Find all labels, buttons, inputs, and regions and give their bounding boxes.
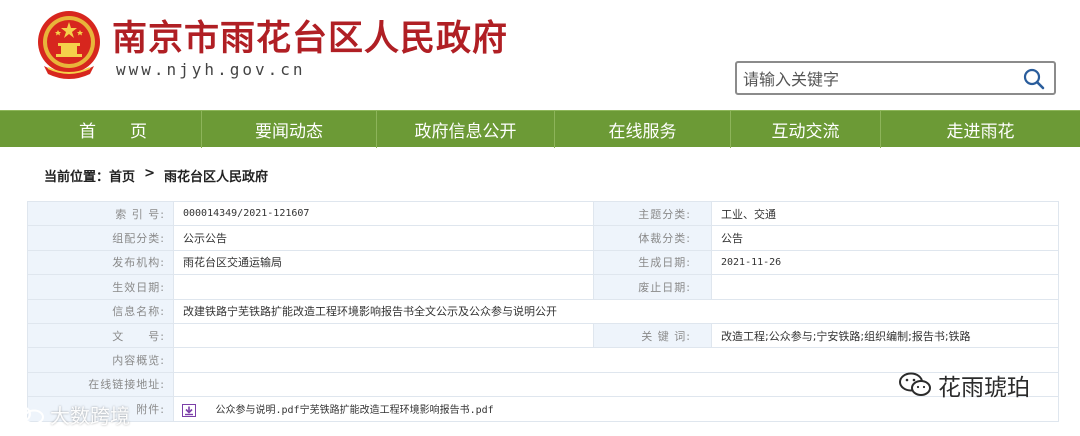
table-row: 组配分类: 公示公告 体裁分类: 公告 xyxy=(27,225,1059,251)
nav-item-home[interactable]: 首 页 xyxy=(25,111,202,148)
breadcrumb: 当前位置： 首页 > 雨花台区人民政府 xyxy=(44,166,268,185)
summary-label: 内容概览: xyxy=(27,347,174,373)
wechat-icon xyxy=(899,372,931,396)
watermark-right: 花雨琥珀 xyxy=(898,368,1030,402)
org-value: 公示公告 xyxy=(173,225,594,251)
download-icon[interactable] xyxy=(182,403,196,417)
created-value: 2021-11-26 xyxy=(711,249,1059,276)
breadcrumb-separator: > xyxy=(135,166,165,181)
topic-label: 主题分类: xyxy=(593,200,712,227)
table-row: 信息名称: 改建铁路宁芜铁路扩能改造工程环境影响报告书全文公示及公众参与说明公开 xyxy=(27,298,1059,324)
attachment-link[interactable]: 公众参与说明.pdf宁芜铁路扩能改造工程环境影响报告书.pdf xyxy=(216,405,494,416)
watermark-right-text: 花雨琥珀 xyxy=(938,375,1030,401)
breadcrumb-prefix: 当前位置： xyxy=(44,170,110,185)
table-row: 文 号: 关 键 词: 改造工程;公众参与;宁安铁路;组织编制;报告书;铁路 xyxy=(27,322,1059,349)
table-row: 发布机构: 雨花台区交通运输局 生成日期: 2021-11-26 xyxy=(27,249,1059,276)
publisher-label: 发布机构: xyxy=(27,249,174,276)
national-emblem-icon xyxy=(38,11,100,79)
chat-bubble-icon xyxy=(7,404,44,424)
breadcrumb-home-link[interactable]: 首页 xyxy=(109,166,135,185)
topic-value: 工业、交通 xyxy=(711,200,1059,227)
org-label: 组配分类: xyxy=(27,225,174,251)
breadcrumb-current: 雨花台区人民政府 xyxy=(164,170,269,185)
link-label: 在线链接地址: xyxy=(27,371,174,398)
name-label: 信息名称: xyxy=(27,298,174,324)
docno-label: 文 号: xyxy=(27,322,174,349)
genre-label: 体裁分类: xyxy=(593,225,712,251)
effective-label: 生效日期: xyxy=(27,274,174,300)
nav-padding xyxy=(0,111,25,148)
nav-item-gov-info[interactable]: 政府信息公开 xyxy=(377,111,555,148)
docno-value xyxy=(173,322,594,349)
index-label: 索 引 号: xyxy=(27,200,174,227)
nav-item-interaction[interactable]: 互动交流 xyxy=(731,111,881,148)
keywords-label: 关 键 词: xyxy=(593,322,712,349)
name-value: 改建铁路宁芜铁路扩能改造工程环境影响报告书全文公示及公众参与说明公开 xyxy=(173,298,1059,324)
index-value: 000014349/2021-121607 xyxy=(173,200,594,227)
created-label: 生成日期: xyxy=(593,249,712,276)
main-nav: 首 页 要闻动态 政府信息公开 在线服务 互动交流 走进雨花 xyxy=(0,110,1080,148)
site-title: 南京市雨花台区人民政府 xyxy=(112,19,509,59)
search-icon[interactable] xyxy=(1022,67,1046,91)
abolished-value xyxy=(711,274,1059,300)
table-row: 索 引 号: 000014349/2021-121607 主题分类: 工业、交通 xyxy=(27,200,1059,227)
publisher-value: 雨花台区交通运输局 xyxy=(173,249,594,276)
nav-item-online-service[interactable]: 在线服务 xyxy=(555,111,731,148)
site-url: www.njyh.gov.cn xyxy=(116,60,306,79)
search-input[interactable] xyxy=(743,68,1013,90)
table-row: 生效日期: 废止日期: xyxy=(27,274,1059,300)
genre-value: 公告 xyxy=(711,225,1059,251)
effective-value xyxy=(173,274,594,300)
search-box xyxy=(735,61,1056,95)
abolished-label: 废止日期: xyxy=(593,274,712,300)
watermark-left: 大数跨境 xyxy=(6,400,130,429)
site-header: 南京市雨花台区人民政府 www.njyh.gov.cn xyxy=(0,0,1080,108)
watermark-left-text: 大数跨境 xyxy=(50,404,130,428)
keywords-value: 改造工程;公众参与;宁安铁路;组织编制;报告书;铁路 xyxy=(711,322,1059,349)
nav-item-about-yuhua[interactable]: 走进雨花 xyxy=(881,111,1080,148)
nav-item-news[interactable]: 要闻动态 xyxy=(202,111,377,148)
